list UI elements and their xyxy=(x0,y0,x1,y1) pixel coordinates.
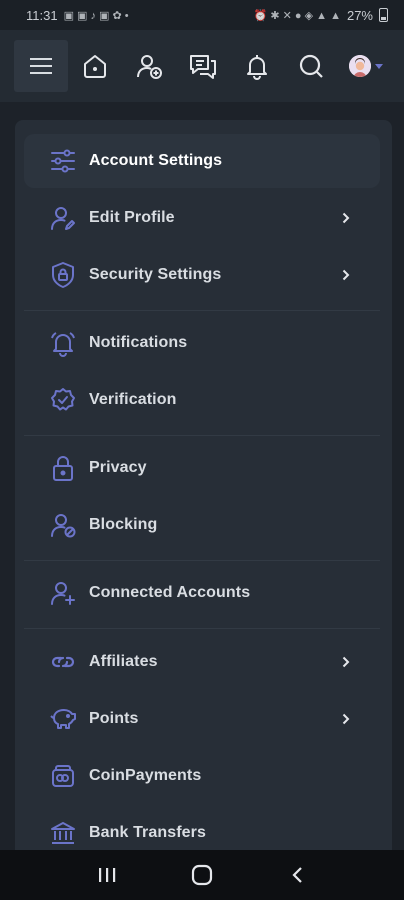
chevron-right-icon xyxy=(340,713,352,725)
status-time: 11:31 xyxy=(26,7,58,23)
menu-item-coinpayments[interactable]: CoinPayments xyxy=(24,749,380,803)
chevron-right-icon xyxy=(340,269,352,281)
user-block-icon xyxy=(49,511,77,539)
menu-item-label: Edit Profile xyxy=(89,209,175,226)
menu-item-label: Notifications xyxy=(89,334,188,351)
divider xyxy=(24,560,380,561)
sliders-icon xyxy=(49,147,77,175)
user-plus-icon xyxy=(49,579,77,607)
divider xyxy=(24,310,380,311)
divider xyxy=(24,628,380,629)
home-icon xyxy=(84,55,106,78)
shield-lock-icon xyxy=(49,261,77,289)
menu-item-label: Verification xyxy=(89,391,177,408)
app-header xyxy=(0,30,404,102)
messages-button[interactable] xyxy=(176,40,230,92)
badge-check-icon xyxy=(49,386,77,414)
link-icon xyxy=(49,648,77,676)
user-edit-icon xyxy=(49,204,77,232)
bank-icon xyxy=(49,819,77,847)
friend-requests-button[interactable] xyxy=(122,40,176,92)
menu-item-security-settings[interactable]: Security Settings xyxy=(24,248,380,302)
piggy-bank-icon xyxy=(49,705,77,733)
chevron-down-icon xyxy=(375,63,383,69)
menu-item-blocking[interactable]: Blocking xyxy=(24,498,380,552)
menu-item-connected-accounts[interactable]: Connected Accounts xyxy=(24,566,380,620)
chevron-right-icon xyxy=(340,212,352,224)
add-user-icon xyxy=(137,55,162,79)
battery-icon xyxy=(379,8,388,22)
chevron-right-icon xyxy=(340,656,352,668)
avatar xyxy=(349,55,371,77)
menu-item-points[interactable]: Points xyxy=(24,692,380,746)
menu-item-label: Privacy xyxy=(89,459,147,476)
home-button[interactable] xyxy=(68,40,122,92)
battery-percent: 27% xyxy=(346,7,373,23)
menu-item-edit-profile[interactable]: Edit Profile xyxy=(24,191,380,245)
menu-item-label: Blocking xyxy=(89,516,158,533)
menu-button[interactable] xyxy=(14,40,68,92)
menu-item-label: Connected Accounts xyxy=(89,584,251,601)
menu-item-label: Points xyxy=(89,710,139,727)
menu-item-account-settings[interactable]: Account Settings xyxy=(24,134,380,188)
home-circle-icon xyxy=(191,864,213,886)
menu-item-label: CoinPayments xyxy=(89,767,202,784)
divider xyxy=(24,435,380,436)
messages-icon xyxy=(190,55,216,79)
profile-menu-button[interactable] xyxy=(338,40,392,92)
wallet-icon xyxy=(49,762,77,790)
menu-item-label: Account Settings xyxy=(89,152,223,169)
lock-icon xyxy=(49,454,77,482)
menu-item-notifications[interactable]: Notifications xyxy=(24,316,380,370)
search-icon xyxy=(299,54,323,78)
notifications-button[interactable] xyxy=(230,40,284,92)
settings-menu: Account Settings Edit Profile Security S… xyxy=(15,120,392,860)
menu-item-privacy[interactable]: Privacy xyxy=(24,441,380,495)
menu-item-verification[interactable]: Verification xyxy=(24,373,380,427)
bell-icon xyxy=(247,55,267,80)
bell-icon xyxy=(49,329,77,357)
menu-item-label: Bank Transfers xyxy=(89,824,207,841)
menu-item-affiliates[interactable]: Affiliates xyxy=(24,635,380,689)
back-button[interactable] xyxy=(277,855,317,895)
recent-apps-icon xyxy=(99,868,116,882)
menu-icon xyxy=(30,58,52,74)
status-bar: 11:31 ▣ ▣ ♪ ▣ ✿ • ⏰ ✱ ✕ ● ◈ ▲ ▲ 27% xyxy=(0,0,404,30)
search-button[interactable] xyxy=(284,40,338,92)
menu-item-label: Affiliates xyxy=(89,653,158,670)
recent-apps-button[interactable] xyxy=(87,855,127,895)
system-nav-bar xyxy=(0,850,404,900)
menu-item-label: Security Settings xyxy=(89,266,222,283)
back-icon xyxy=(292,867,302,883)
notification-icons: ▣ ▣ ♪ ▣ ✿ • xyxy=(63,9,129,22)
system-icons: ⏰ ✱ ✕ ● ◈ ▲ ▲ xyxy=(253,9,341,22)
home-nav-button[interactable] xyxy=(182,855,222,895)
